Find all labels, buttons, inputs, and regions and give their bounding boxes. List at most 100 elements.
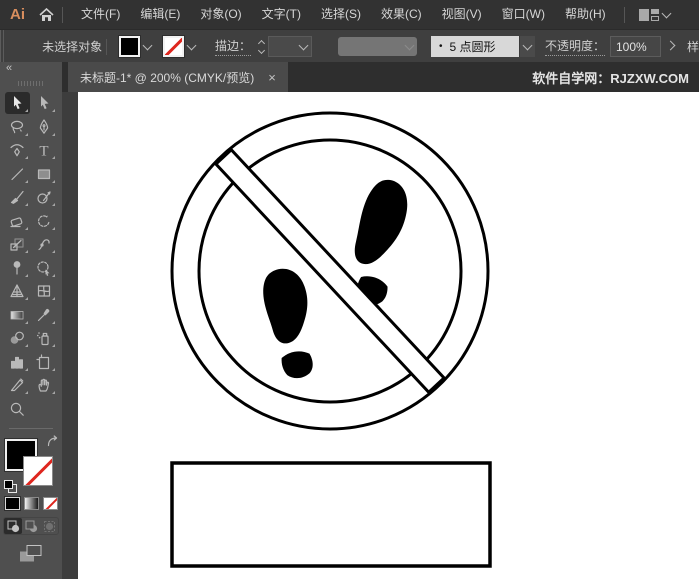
none-slash-icon [43, 498, 57, 509]
menu-effect[interactable]: 效果(C) [371, 0, 432, 29]
chevron-down-icon [186, 40, 197, 50]
menu-view[interactable]: 视图(V) [432, 0, 492, 29]
fill-color-swatch[interactable] [118, 35, 155, 58]
column-graph-tool[interactable] [5, 351, 30, 373]
control-bar: 未选择对象 描边： • 5 点圆形 不透明度： 100% 样 [0, 29, 699, 64]
brush-chevron-button[interactable] [518, 36, 535, 57]
menu-select[interactable]: 选择(S) [311, 0, 371, 29]
draw-inside-mode[interactable] [40, 518, 58, 534]
chevron-down-icon [298, 40, 309, 50]
opacity-input[interactable]: 100% [609, 36, 661, 57]
brush-definition-dropdown[interactable]: • 5 点圆形 [430, 36, 535, 57]
blend-tool[interactable] [5, 327, 30, 349]
opacity-expand-button[interactable] [663, 36, 679, 57]
eyedropper-tool[interactable] [32, 304, 57, 326]
stroke-swatch[interactable] [23, 456, 53, 486]
scale-tool[interactable] [5, 233, 30, 255]
draw-behind-mode[interactable] [22, 518, 40, 534]
menu-object[interactable]: 对象(O) [190, 0, 251, 29]
chevron-down-icon [661, 8, 672, 18]
stepper-up-icon [258, 39, 266, 47]
chevron-down-icon [522, 40, 533, 51]
home-button[interactable] [39, 7, 54, 22]
watermark-text: 软件自学网：RJZXW.COM [532, 70, 689, 86]
fill-stroke-control [2, 435, 60, 493]
menu-bar: Ai 文件(F) 编辑(E) 对象(O) 文字(T) 选择(S) 效果(C) 视… [0, 0, 699, 29]
gradient-button[interactable] [23, 497, 39, 510]
artboard-tool[interactable] [32, 351, 57, 373]
paint-type-buttons [3, 496, 58, 511]
selection-tool[interactable] [4, 92, 30, 114]
slice-tool[interactable] [5, 374, 30, 396]
ai-logo: Ai [10, 6, 25, 23]
artwork-layer [170, 111, 492, 568]
chevron-right-icon [666, 40, 676, 50]
panel-collapse-button[interactable]: « [0, 62, 62, 77]
zoom-tool[interactable] [5, 398, 30, 420]
menu-divider [62, 6, 63, 23]
color-button[interactable] [3, 496, 21, 511]
none-slash-icon [165, 38, 183, 55]
pen-tool[interactable] [32, 116, 57, 138]
stepper-down-icon [258, 46, 266, 54]
eraser-tool[interactable] [5, 210, 30, 232]
main-area: 未标题-1* @ 200% (CMYK/预览) × 软件自学网：RJZXW.CO… [0, 62, 699, 579]
paintbrush-tool[interactable] [5, 186, 30, 208]
artboard[interactable] [78, 92, 699, 579]
curvature-tool[interactable] [5, 139, 30, 161]
label-rectangle[interactable] [170, 461, 492, 568]
menu-window[interactable]: 窗口(W) [492, 0, 555, 29]
opacity-label[interactable]: 不透明度： [544, 37, 605, 56]
puppet-warp-tool[interactable] [5, 257, 30, 279]
none-slash-icon [24, 457, 52, 485]
brush-dot-icon: • [438, 41, 443, 52]
none-button[interactable] [42, 497, 58, 510]
illustrator-window: Ai 文件(F) 编辑(E) 对象(O) 文字(T) 选择(S) 效果(C) 视… [0, 0, 699, 579]
screen-mode-button[interactable] [18, 544, 44, 568]
menu-help[interactable]: 帮助(H) [555, 0, 616, 29]
tab-close-icon[interactable]: × [268, 71, 276, 84]
default-fill-stroke-button[interactable] [4, 480, 17, 493]
document-tab[interactable]: 未标题-1* @ 200% (CMYK/预览) × [68, 62, 288, 92]
shape-builder-tool[interactable] [32, 257, 57, 279]
chevron-down-icon [142, 40, 153, 50]
draw-normal-mode[interactable] [4, 518, 22, 534]
tools-panel: « T [0, 62, 62, 579]
panel-grip-handle[interactable] [0, 30, 7, 63]
swap-fill-stroke-button[interactable] [46, 435, 59, 453]
lasso-tool[interactable] [5, 116, 30, 138]
stroke-weight-label[interactable]: 描边： [215, 37, 252, 56]
workspace-switcher-icon [638, 8, 659, 21]
rectangle-tool[interactable] [32, 163, 57, 185]
tool-grid-spacer [32, 398, 57, 420]
tool-grid: T [4, 92, 58, 421]
perspective-grid-tool[interactable] [5, 280, 30, 302]
mesh-tool[interactable] [32, 280, 57, 302]
menu-type[interactable]: 文字(T) [252, 0, 311, 29]
rotate-tool[interactable] [32, 210, 57, 232]
stroke-color-swatch[interactable] [162, 35, 199, 58]
opacity-control: 不透明度： 100% [544, 36, 679, 57]
direct-selection-tool[interactable] [32, 92, 57, 114]
menu-file[interactable]: 文件(F) [71, 0, 130, 29]
stroke-weight-dropdown[interactable] [268, 36, 313, 57]
selection-status: 未选择对象 [42, 40, 103, 54]
type-tool[interactable]: T [32, 139, 57, 161]
symbol-sprayer-tool[interactable] [32, 327, 57, 349]
shaper-tool[interactable] [32, 186, 57, 208]
chevron-down-icon [404, 40, 415, 50]
hand-tool[interactable] [32, 374, 57, 396]
width-profile-dropdown-disabled [338, 37, 417, 56]
line-segment-tool[interactable] [5, 163, 30, 185]
brush-name: 5 点圆形 [449, 40, 496, 54]
fill-color-chip [118, 35, 142, 58]
panel-drag-grip[interactable] [18, 81, 44, 86]
stroke-weight-stepper[interactable] [257, 37, 266, 57]
gradient-tool[interactable] [5, 304, 30, 326]
menu-edit[interactable]: 编辑(E) [130, 0, 190, 29]
control-divider [106, 38, 108, 55]
workspace-switcher-button[interactable] [638, 8, 674, 22]
width-tool[interactable] [32, 233, 57, 255]
menu-divider [623, 6, 625, 23]
drawing-mode-buttons [3, 517, 59, 535]
